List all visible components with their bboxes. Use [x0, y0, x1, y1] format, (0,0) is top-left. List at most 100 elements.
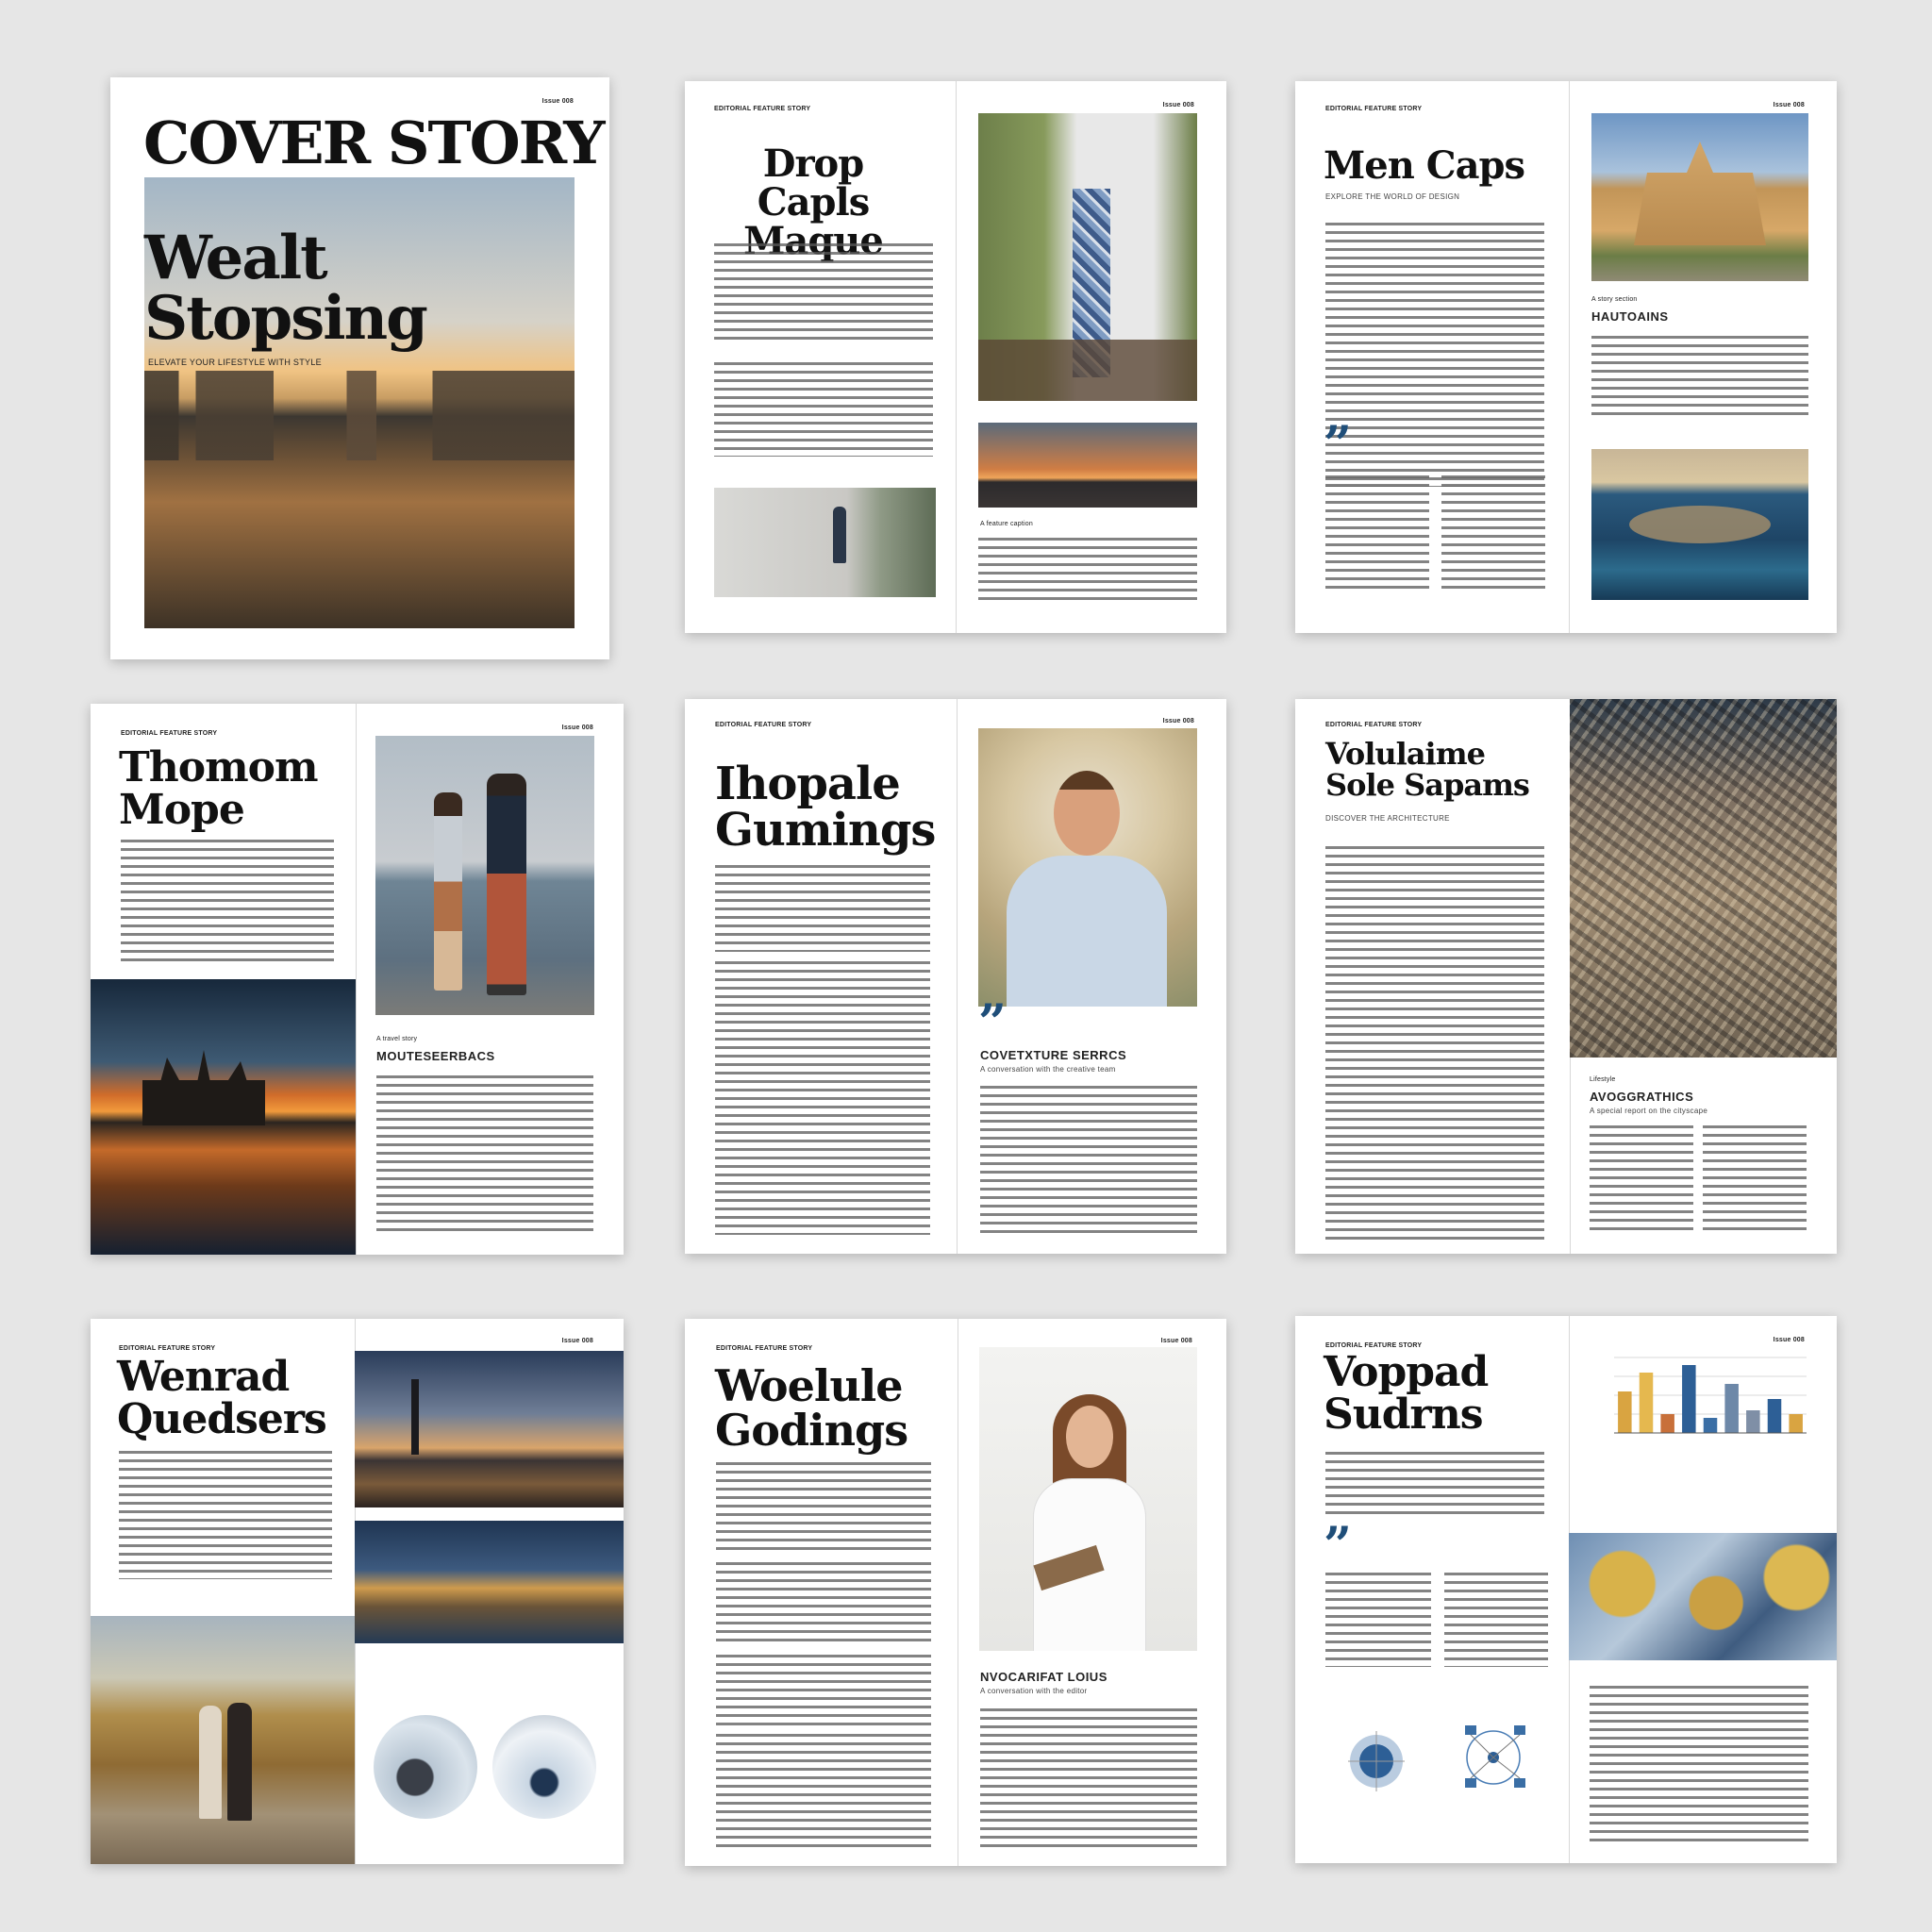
section-kicker: A story section: [1591, 296, 1638, 303]
figure-town: [1629, 506, 1771, 543]
spread-gutter: [356, 704, 357, 1255]
spread-title: Men Caps: [1324, 143, 1525, 188]
body-text: [376, 1075, 593, 1236]
chart-bar: [1746, 1410, 1760, 1433]
quote-icon: ”: [1324, 416, 1352, 474]
body-text: [1444, 1573, 1548, 1667]
figure-person: [833, 507, 846, 563]
section-heading: HAUTOAINS: [1591, 309, 1669, 324]
spread-page-number: Issue 008: [1160, 1338, 1192, 1344]
body-text: [1703, 1125, 1807, 1234]
body-text: [1325, 223, 1544, 487]
body-text: [1441, 475, 1545, 593]
spread-men-caps: EDITORIAL FEATURE STORY Issue 008 Men Ca…: [1295, 81, 1837, 633]
spread-title: Volulaime Sole Sapams: [1325, 736, 1530, 803]
figure-woman: [434, 792, 462, 991]
spread-gutter: [1569, 81, 1570, 633]
chart-bar: [1639, 1373, 1654, 1433]
spread-kicker: EDITORIAL FEATURE STORY: [714, 106, 811, 112]
spread-page-number: Issue 008: [1773, 102, 1805, 108]
photo-gold-texture: [1569, 1533, 1837, 1660]
cover-dek: ELEVATE YOUR LIFESTYLE WITH STYLE: [148, 358, 322, 367]
cover-headline: Wealt Stopsing: [144, 223, 428, 354]
body-text: [716, 1562, 931, 1647]
figure-face: [1066, 1406, 1113, 1468]
spread-kicker: EDITORIAL FEATURE STORY: [121, 730, 218, 737]
spread-drop-caps: EDITORIAL FEATURE STORY Issue 008 Drop C…: [685, 81, 1226, 633]
section-dek: A conversation with the creative team: [980, 1065, 1116, 1074]
photo-portrait-woman: [979, 1347, 1197, 1651]
spread-wenrad: EDITORIAL FEATURE STORY Issue 008 Wenrad…: [91, 1319, 624, 1864]
photo-hikers: [91, 1616, 355, 1864]
quote-icon: ”: [1324, 1517, 1352, 1574]
cover-buildings: [144, 371, 575, 460]
body-text: [1325, 846, 1544, 1242]
body-text: [1591, 336, 1808, 421]
chart-bar: [1789, 1414, 1803, 1433]
body-text: [715, 865, 930, 952]
diagram-circle-1: [1348, 1731, 1405, 1791]
section-dek: A conversation with the editor: [980, 1687, 1088, 1695]
figure-hiker-2: [227, 1703, 252, 1821]
bar-chart: [1614, 1357, 1807, 1434]
section-dek: A special report on the cityscape: [1590, 1107, 1708, 1115]
body-text: [714, 243, 933, 345]
figure-shirt: [1007, 856, 1167, 1007]
spread-kicker: EDITORIAL FEATURE STORY: [716, 1345, 813, 1352]
cover-title: COVER STORY: [143, 108, 606, 177]
body-text: [714, 362, 933, 457]
spread-gutter: [956, 81, 957, 633]
figure-tower: [142, 1050, 265, 1125]
body-text: [1590, 1686, 1808, 1844]
section-kicker: Lifestyle: [1590, 1076, 1616, 1083]
spread-page-number: Issue 008: [1162, 718, 1194, 724]
chart-bar: [1660, 1414, 1674, 1433]
photo-palace: [1591, 113, 1808, 281]
body-text: [980, 1086, 1197, 1235]
spread-voppad: EDITORIAL FEATURE STORY Issue 008 Voppad…: [1295, 1316, 1837, 1863]
photo-city-aerial: [1570, 699, 1837, 1058]
body-text: [980, 1708, 1197, 1850]
photo-lighthouse-night: [355, 1351, 624, 1507]
diagram-network: [1465, 1725, 1525, 1788]
figure-lighthouse: [411, 1379, 419, 1455]
spread-kicker: EDITORIAL FEATURE STORY: [1325, 722, 1423, 728]
photo-sunset-castle: [978, 423, 1197, 508]
section-heading: AVOGGRATHICS: [1590, 1090, 1694, 1104]
photo-textile: [978, 113, 1197, 401]
spread-dek: DISCOVER THE ARCHITECTURE: [1325, 814, 1450, 823]
body-text: [716, 1734, 931, 1847]
cover-issue: Issue 008: [541, 98, 574, 105]
chart-bar: [1682, 1365, 1696, 1433]
spread-title: Woelule Godings: [715, 1360, 908, 1456]
spread-page-number: Issue 008: [1773, 1337, 1805, 1343]
body-text: [121, 840, 334, 964]
body-text: [978, 538, 1197, 600]
body-text: [119, 1451, 332, 1579]
section-heading: NVOCARIFAT LOIUS: [980, 1670, 1108, 1684]
spread-page-number: Issue 008: [561, 724, 593, 731]
spread-title: Thomom Mope: [119, 743, 319, 834]
figure-palace: [1634, 142, 1766, 245]
figure-hiker-1: [199, 1706, 222, 1819]
spread-title: Voppad Sudrns: [1324, 1348, 1489, 1439]
section-heading: COVETXTURE SERRCS: [980, 1048, 1127, 1062]
chart-bar: [1703, 1418, 1718, 1433]
section-kicker: A travel story: [376, 1036, 418, 1042]
body-text: [715, 961, 930, 1235]
chart-bar: [1767, 1399, 1782, 1433]
cover-page: Issue 008 COVER STORY Wealt Stopsing ELE…: [110, 77, 609, 659]
figure-man: [487, 774, 526, 995]
chart-bar: [1724, 1384, 1739, 1433]
figure-ground: [978, 340, 1197, 401]
spread-kicker: EDITORIAL FEATURE STORY: [1325, 106, 1423, 112]
photo-city-night: [355, 1521, 624, 1643]
body-text: [716, 1462, 931, 1555]
photo-aerial-coast: [1591, 449, 1808, 600]
photo-sunset-skyline: [91, 979, 356, 1255]
body-text: [716, 1655, 931, 1725]
section-heading: MOUTESEERBACS: [376, 1049, 495, 1063]
spread-kicker: EDITORIAL FEATURE STORY: [715, 722, 812, 728]
photo-caption: A feature caption: [980, 521, 1033, 527]
photo-circle-2: [492, 1715, 596, 1819]
